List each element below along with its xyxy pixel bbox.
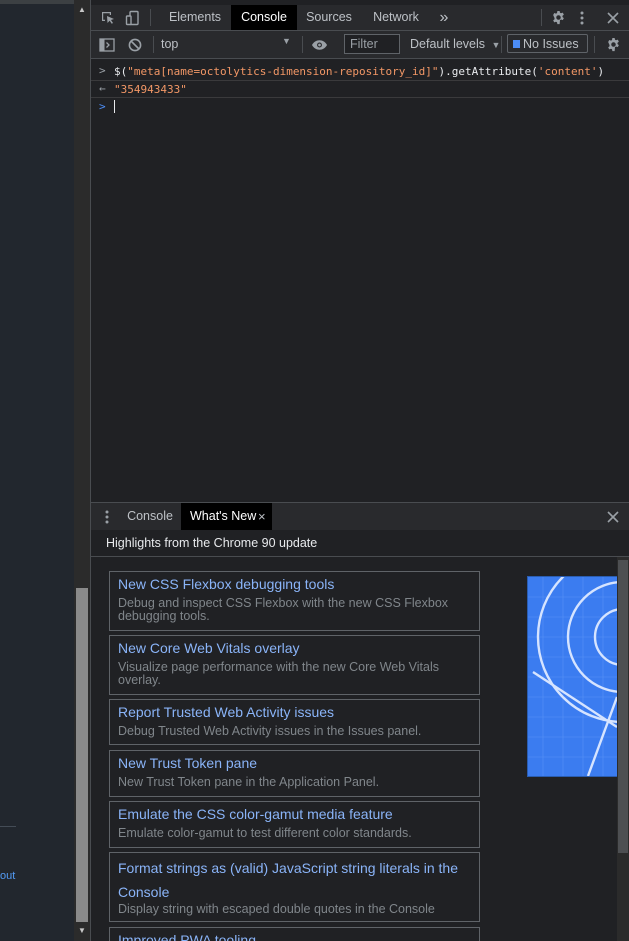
console-settings-gear-icon[interactable] bbox=[603, 31, 623, 58]
kebab-menu-icon[interactable] bbox=[575, 5, 589, 30]
release-note-desc: Emulate color-gamut to test different co… bbox=[118, 826, 412, 840]
release-note-title[interactable]: New CSS Flexbox debugging tools bbox=[118, 575, 334, 593]
live-expression-eye-icon[interactable] bbox=[307, 31, 331, 58]
console-input-line[interactable]: > $("meta[name=octolytics-dimension-repo… bbox=[91, 62, 629, 81]
drawer-scrollbar[interactable] bbox=[617, 557, 629, 941]
log-levels-dropdown[interactable]: Default levels ▼ bbox=[410, 35, 500, 54]
issue-flag-icon bbox=[513, 40, 520, 48]
drawer-scroll-thumb[interactable] bbox=[618, 560, 628, 853]
release-note-title[interactable]: New Core Web Vitals overlay bbox=[118, 639, 300, 657]
execution-context-select[interactable]: top bbox=[161, 35, 295, 53]
issues-button[interactable]: No Issues bbox=[507, 34, 588, 53]
active-prompt-icon: > bbox=[99, 100, 106, 113]
scroll-up-arrow-icon[interactable]: ▲ bbox=[74, 5, 90, 14]
release-note-item[interactable]: Emulate the CSS color-gamut media featur… bbox=[109, 801, 480, 848]
inspect-element-icon[interactable] bbox=[98, 5, 118, 30]
console-command: $("meta[name=octolytics-dimension-reposi… bbox=[114, 65, 604, 78]
release-note-item[interactable]: New CSS Flexbox debugging tools Debug an… bbox=[109, 571, 480, 631]
toolbar-separator bbox=[302, 36, 303, 53]
settings-gear-icon[interactable] bbox=[548, 5, 568, 30]
tab-console[interactable]: Console bbox=[231, 5, 297, 30]
code-token: ) bbox=[597, 65, 605, 78]
release-note-title[interactable]: Report Trusted Web Activity issues bbox=[118, 703, 334, 721]
console-result-value: "354943433" bbox=[114, 83, 187, 96]
release-note-title[interactable]: Improved PWA tooling bbox=[118, 931, 256, 941]
release-note-desc: Visualize page performance with the new … bbox=[118, 660, 440, 687]
whats-new-content[interactable]: New CSS Flexbox debugging tools Debug an… bbox=[91, 557, 629, 941]
close-tab-icon[interactable]: × bbox=[258, 503, 266, 530]
release-note-desc: New Trust Token pane in the Application … bbox=[118, 775, 380, 789]
blueprint-artwork bbox=[528, 577, 617, 776]
drawer-tab-console[interactable]: Console bbox=[121, 503, 179, 530]
scroll-down-arrow-icon[interactable]: ▼ bbox=[74, 926, 90, 935]
toolbar-separator bbox=[501, 36, 502, 53]
page-link-fragment[interactable]: out bbox=[0, 870, 15, 882]
toolbar-separator bbox=[594, 36, 595, 53]
whats-new-header: Highlights from the Chrome 90 update bbox=[91, 530, 629, 557]
release-note-item[interactable]: Report Trusted Web Activity issues Debug… bbox=[109, 699, 480, 745]
page-scroll-thumb[interactable] bbox=[76, 588, 88, 922]
console-filter-input[interactable] bbox=[344, 34, 400, 54]
code-token: "meta[name=octolytics-dimension-reposito… bbox=[127, 65, 439, 78]
tab-network[interactable]: Network bbox=[367, 5, 425, 30]
release-note-item[interactable]: New Trust Token pane New Trust Token pan… bbox=[109, 750, 480, 797]
code-token: $( bbox=[114, 65, 128, 78]
release-note-desc: Debug Trusted Web Activity issues in the… bbox=[118, 724, 422, 738]
release-note-item[interactable]: Improved PWA tooling bbox=[109, 927, 480, 941]
main-toolbar: Elements Console Sources Network » bbox=[91, 5, 629, 31]
release-note-item[interactable]: Format strings as (valid) JavaScript str… bbox=[109, 852, 480, 922]
more-tabs-icon[interactable]: » bbox=[431, 5, 457, 30]
text-cursor[interactable] bbox=[114, 100, 115, 113]
page-divider bbox=[0, 826, 16, 827]
drawer-tab-label: What's New bbox=[190, 509, 257, 523]
devtools-panel: Elements Console Sources Network » top ▼ bbox=[91, 0, 629, 941]
console-result-line[interactable]: ← "354943433" bbox=[91, 81, 629, 98]
toolbar-separator bbox=[150, 9, 151, 26]
page-viewport-sliver: out bbox=[0, 0, 74, 941]
drawer-tab-whats-new[interactable]: What's New × bbox=[181, 503, 272, 530]
chevron-down-icon: ▼ bbox=[282, 36, 291, 46]
tab-sources[interactable]: Sources bbox=[300, 5, 358, 30]
release-note-title[interactable]: Emulate the CSS color-gamut media featur… bbox=[118, 805, 393, 823]
log-levels-label: Default levels bbox=[410, 37, 486, 51]
console-output[interactable]: > $("meta[name=octolytics-dimension-repo… bbox=[91, 59, 629, 501]
release-note-item[interactable]: New Core Web Vitals overlay Visualize pa… bbox=[109, 635, 480, 695]
clear-console-icon[interactable] bbox=[125, 31, 145, 58]
device-toolbar-icon[interactable] bbox=[123, 5, 143, 30]
chrome-update-illustration bbox=[528, 577, 617, 776]
drawer-tab-bar: Console What's New × bbox=[91, 502, 629, 531]
whats-new-title: Highlights from the Chrome 90 update bbox=[106, 536, 318, 550]
page-top-strip bbox=[0, 0, 74, 4]
console-toolbar: top ▼ Default levels ▼ No Issues bbox=[91, 31, 629, 59]
input-prompt-icon: > bbox=[99, 64, 106, 77]
release-note-desc: Display string with escaped double quote… bbox=[118, 902, 435, 916]
code-token: 'content' bbox=[537, 65, 598, 78]
tab-elements[interactable]: Elements bbox=[162, 5, 228, 30]
show-sidebar-icon[interactable] bbox=[97, 31, 117, 58]
toolbar-separator bbox=[541, 9, 542, 26]
result-arrow-icon: ← bbox=[99, 82, 106, 95]
toolbar-separator bbox=[153, 36, 154, 53]
release-note-title[interactable]: New Trust Token pane bbox=[118, 754, 257, 772]
close-drawer-icon[interactable] bbox=[603, 503, 623, 530]
release-note-title[interactable]: Format strings as (valid) JavaScript str… bbox=[118, 856, 470, 904]
close-devtools-icon[interactable] bbox=[603, 5, 623, 30]
page-scrollbar[interactable]: ▲ ▼ bbox=[74, 0, 90, 941]
code-token: ).getAttribute( bbox=[438, 65, 538, 78]
release-note-desc: Debug and inspect CSS Flexbox with the n… bbox=[118, 596, 449, 623]
chevron-down-icon: ▼ bbox=[491, 40, 501, 50]
issues-label: No Issues bbox=[523, 37, 579, 51]
drawer-menu-icon[interactable] bbox=[101, 503, 113, 530]
